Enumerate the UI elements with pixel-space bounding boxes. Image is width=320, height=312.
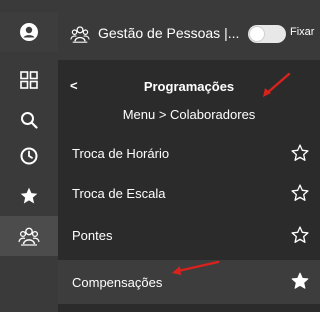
menu-item-compensacoes[interactable]: Compensações bbox=[58, 260, 320, 304]
menu-item-pontes[interactable]: Pontes bbox=[58, 214, 320, 256]
rail-search-button[interactable] bbox=[0, 100, 58, 140]
pin-toggle[interactable] bbox=[248, 25, 286, 43]
star-outline-icon[interactable] bbox=[290, 143, 310, 163]
menu-item-label: Compensações bbox=[72, 274, 163, 290]
breadcrumb: Menu > Colaboradores bbox=[122, 107, 256, 122]
rail-history-button[interactable] bbox=[0, 136, 58, 176]
grid-icon bbox=[20, 71, 38, 89]
menu-item-label: Pontes bbox=[72, 227, 113, 243]
rail-favorites-button[interactable] bbox=[0, 176, 58, 216]
icon-rail bbox=[0, 0, 58, 312]
toggle-knob bbox=[250, 27, 264, 41]
menu-panel: Gestão de Pessoas |... Fixar < Programaç… bbox=[58, 0, 320, 312]
menu-item-label: Troca de Escala bbox=[72, 185, 166, 201]
rail-user-button[interactable] bbox=[0, 12, 58, 52]
star-icon bbox=[20, 187, 38, 204]
module-title: Gestão de Pessoas |... bbox=[98, 25, 240, 41]
people-icon bbox=[70, 26, 90, 43]
menu-item-troca-de-escala[interactable]: Troca de Escala bbox=[58, 172, 320, 214]
star-outline-icon[interactable] bbox=[290, 183, 310, 203]
clock-icon bbox=[20, 147, 38, 165]
menu-item-label: Troca de Horário bbox=[72, 145, 170, 161]
search-icon bbox=[21, 112, 38, 129]
star-filled-icon[interactable] bbox=[290, 271, 310, 291]
panel-topbar: Gestão de Pessoas |... Fixar bbox=[58, 0, 320, 60]
rail-apps-button[interactable] bbox=[0, 60, 58, 100]
star-outline-icon[interactable] bbox=[290, 225, 310, 245]
menu-item-troca-de-horario[interactable]: Troca de Horário bbox=[58, 132, 320, 174]
section-title: Programações bbox=[143, 79, 235, 94]
pin-toggle-label: Fixar bbox=[290, 26, 315, 38]
user-icon bbox=[20, 23, 38, 41]
rail-people-button[interactable] bbox=[0, 216, 58, 256]
people-icon bbox=[18, 227, 40, 246]
